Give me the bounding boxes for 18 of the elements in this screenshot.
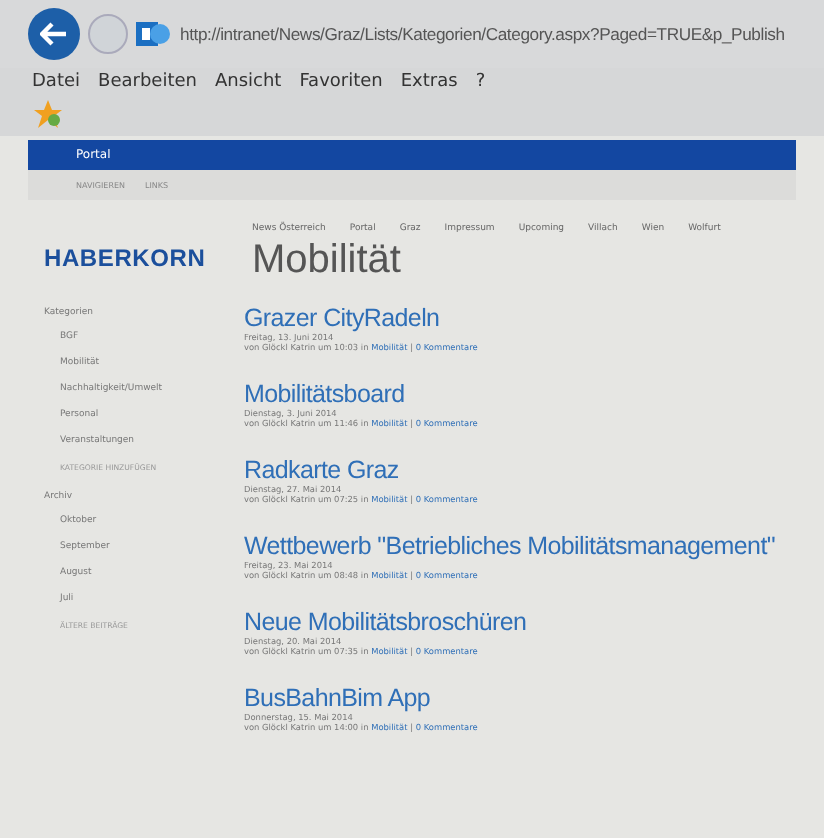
post-title[interactable]: BusBahnBim App: [244, 684, 776, 712]
post-title[interactable]: Grazer CityRadeln: [244, 304, 776, 332]
company-logo[interactable]: HABERKORN: [44, 224, 236, 284]
menu-item[interactable]: Extras: [400, 72, 458, 92]
menu-item[interactable]: Bearbeiten: [98, 72, 197, 92]
menu-item[interactable]: Ansicht: [214, 72, 282, 92]
post-title[interactable]: Neue Mobilitätsbroschüren: [244, 608, 776, 636]
menu-item[interactable]: Datei: [32, 72, 81, 92]
forward-button[interactable]: [88, 14, 128, 54]
back-arrow-icon: [40, 22, 68, 46]
post-title[interactable]: Wettbewerb "Betriebliches Mobilitätsmanagement": [244, 532, 776, 560]
back-button[interactable]: [28, 8, 80, 60]
menu-item[interactable]: Favoriten: [299, 72, 383, 92]
post-title[interactable]: Radkarte Graz: [244, 456, 776, 484]
menu-item[interactable]: ?: [475, 72, 486, 92]
page-title: Mobilität: [252, 238, 403, 284]
post-title[interactable]: Mobilitätsboard: [244, 380, 776, 408]
favorites-star-icon[interactable]: [32, 98, 64, 130]
